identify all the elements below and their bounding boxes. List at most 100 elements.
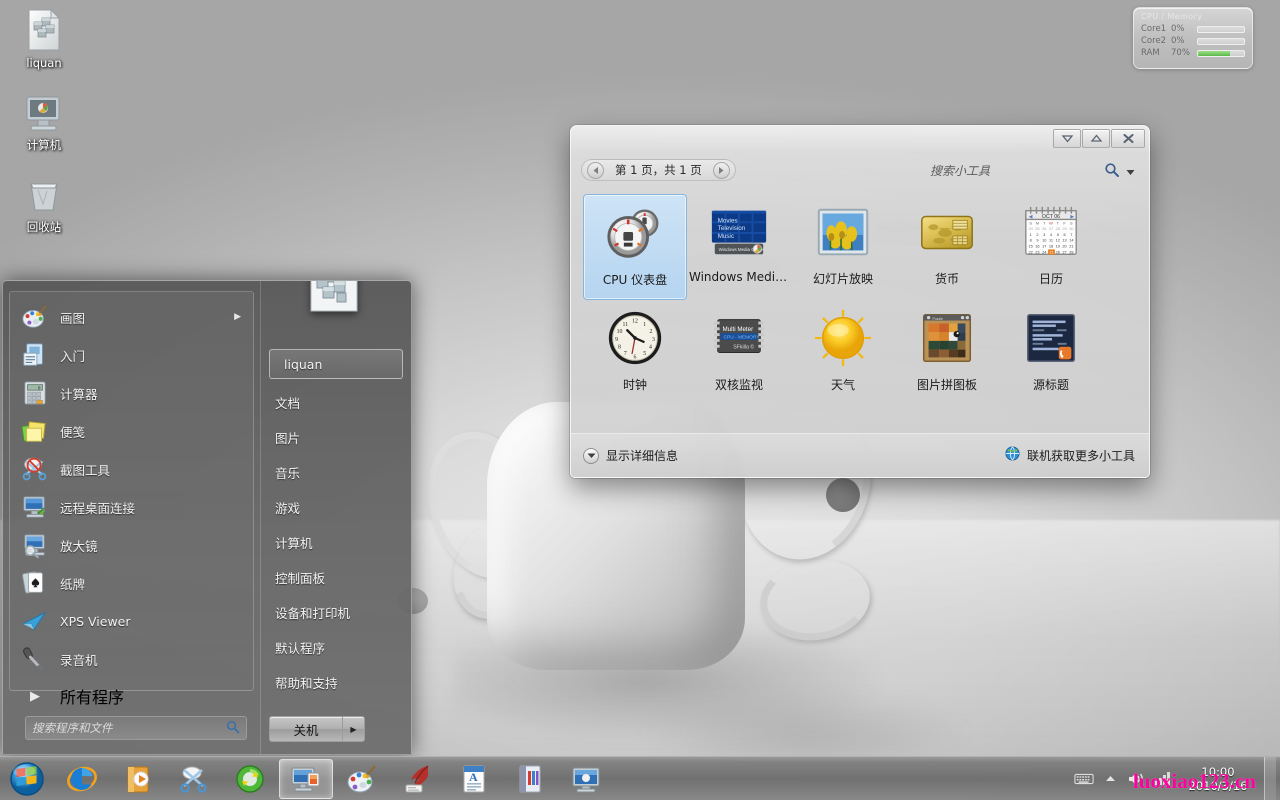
start-menu-right-item-control-panel[interactable]: 控制面板 — [261, 560, 411, 595]
shutdown-button[interactable]: 关机 ▶ — [269, 716, 365, 742]
close-button[interactable] — [1111, 129, 1145, 148]
start-menu-item-paint[interactable]: 画图 ▶ — [10, 298, 253, 336]
start-menu-right-item-music[interactable]: 音乐 — [261, 455, 411, 490]
svg-text:S: S — [1070, 220, 1073, 225]
gadget-item-calendar[interactable]: OCT 06 ◀ ▶ SMT WTFS 24 25 26 27 28 29 30 12345… — [999, 194, 1103, 300]
svg-text:5: 5 — [643, 351, 646, 357]
gadget-window-toolbar[interactable]: 第 1 页，共 1 页 搜索小工具 — [571, 152, 1149, 188]
start-menu-left-pane[interactable]: 画图 ▶ 入门 0 计算器 便笺 截图工具 远程桌面连接 放大镜 纸牌 XPS … — [3, 281, 261, 754]
get-more-gadgets-link[interactable]: 联机获取更多小工具 — [1005, 446, 1135, 465]
start-menu-item-label: 计算器 — [60, 386, 98, 402]
start-menu-search-box[interactable]: 搜索程序和文件 — [25, 716, 247, 740]
shutdown-options-arrow[interactable]: ▶ — [342, 717, 364, 741]
start-menu-item-sticky-notes[interactable]: 便笺 — [10, 412, 253, 450]
gadget-grid[interactable]: CPU 仪表盘 Movies Television Music Windows … — [571, 188, 1149, 424]
taskbar-button-internet-explorer[interactable] — [55, 759, 109, 799]
desktop-icon-label: 计算机 — [26, 138, 62, 152]
desktop[interactable]: liquan 计算机 回收站 CPU / Memory Core1 0% Cor… — [0, 0, 1280, 800]
start-menu-item-xps-viewer[interactable]: XPS Viewer — [10, 602, 253, 640]
start-menu-right-pane[interactable]: liquan 文档 图片 音乐 游戏 计算机 控制面板 设备和打印机 默认程序 … — [261, 281, 411, 754]
gadget-item-picture-puzzle[interactable]: Puzzle 图片拼图板 — [895, 300, 999, 406]
cpu-memory-gadget[interactable]: CPU / Memory Core1 0% Core2 0% RAM 70% — [1133, 7, 1253, 69]
user-avatar[interactable] — [303, 281, 365, 317]
gadget-window-titlebar[interactable] — [571, 126, 1149, 152]
chevron-up-icon[interactable] — [1097, 766, 1123, 792]
system-tray[interactable]: 10:00 2010/3/16 — [1071, 756, 1280, 800]
taskbar-button-book[interactable] — [503, 759, 557, 799]
svg-text:5: 5 — [1057, 232, 1059, 237]
start-menu-right-item-games[interactable]: 游戏 — [261, 490, 411, 525]
start-menu-all-programs[interactable]: ▶ 所有程序 — [10, 680, 253, 712]
gadget-item-feed-headlines[interactable]: 源标题 — [999, 300, 1103, 406]
svg-text:W: W — [1049, 220, 1053, 225]
start-menu-right-item-help-support[interactable]: 帮助和支持 — [261, 665, 411, 700]
taskbar-button-desktop-gadgets[interactable] — [279, 758, 333, 799]
svg-text:27: 27 — [1062, 249, 1066, 254]
window-controls[interactable] — [1053, 129, 1145, 148]
gadget-item-multi-meter[interactable]: Multi Meter CPU - MEMORY SFkilla © 双核监视 — [687, 300, 791, 406]
start-menu-item-sound-recorder[interactable]: 录音机 — [10, 640, 253, 678]
gadget-item-slideshow[interactable]: 幻灯片放映 — [791, 194, 895, 300]
volume-icon[interactable] — [1123, 766, 1149, 792]
keyboard-icon[interactable] — [1071, 766, 1097, 792]
start-menu-program-list[interactable]: 画图 ▶ 入门 0 计算器 便笺 截图工具 远程桌面连接 放大镜 纸牌 XPS … — [9, 291, 254, 707]
svg-text:25: 25 — [1035, 226, 1039, 231]
start-menu-item-calculator[interactable]: 0 计算器 — [10, 374, 253, 412]
start-orb[interactable] — [0, 758, 54, 800]
pagination-control[interactable]: 第 1 页，共 1 页 — [581, 159, 736, 181]
start-menu-item-solitaire[interactable]: 纸牌 — [10, 564, 253, 602]
taskbar-button-paint[interactable] — [335, 759, 389, 799]
taskbar-button-feather-ink[interactable] — [391, 759, 445, 799]
start-menu-item-magnifier[interactable]: 放大镜 — [10, 526, 253, 564]
start-menu-item-remote-desktop[interactable]: 远程桌面连接 — [10, 488, 253, 526]
taskbar[interactable]: A 10:00 2010/3/16 — [0, 756, 1280, 800]
minimize-button[interactable] — [1053, 129, 1081, 148]
chevron-down-icon[interactable] — [1126, 161, 1135, 180]
desktop-icon-liquan[interactable]: liquan — [2, 6, 86, 70]
desktop-icon-recycle-bin[interactable]: 回收站 — [2, 170, 86, 234]
gadget-item-weather[interactable]: 天气 — [791, 300, 895, 406]
taskbar-button-snipping-tool[interactable] — [167, 759, 221, 799]
taskbar-button-windows-media-player[interactable] — [111, 759, 165, 799]
gadget-item-currency[interactable]: 货币 — [895, 194, 999, 300]
multi-meter-icon: Multi Meter CPU - MEMORY SFkilla © — [707, 306, 771, 370]
svg-text:Music: Music — [718, 233, 734, 240]
taskbar-button-refresh[interactable] — [223, 759, 277, 799]
start-menu-right-item-computer[interactable]: 计算机 — [261, 525, 411, 560]
svg-text:13: 13 — [1062, 238, 1066, 243]
svg-text:9: 9 — [615, 337, 618, 343]
next-page-button[interactable] — [712, 161, 730, 179]
sticky-notes-icon — [20, 416, 50, 446]
desktop-icon-computer[interactable]: 计算机 — [2, 88, 86, 152]
sound-recorder-icon — [20, 644, 50, 674]
gadget-window-footer[interactable]: 显示详细信息 联机获取更多小工具 — [571, 433, 1149, 477]
start-menu-item-label: 便笺 — [60, 424, 86, 440]
gadget-item-cpu-meter[interactable]: CPU 仪表盘 — [583, 194, 687, 300]
gadget-item-clock[interactable]: 12 1 2 345 678 9 10 11 时钟 — [583, 300, 687, 406]
start-menu-right-item-documents[interactable]: 文档 — [261, 385, 411, 420]
start-menu-right-label: liquan — [284, 356, 323, 372]
show-details-button[interactable]: 显示详细信息 — [583, 447, 678, 464]
svg-text:26: 26 — [1056, 249, 1060, 254]
start-menu-right-item-pictures[interactable]: 图片 — [261, 420, 411, 455]
gadget-search[interactable]: 搜索小工具 — [930, 160, 1135, 180]
start-menu[interactable]: 画图 ▶ 入门 0 计算器 便笺 截图工具 远程桌面连接 放大镜 纸牌 XPS … — [2, 280, 412, 755]
svg-text:9: 9 — [1036, 238, 1038, 243]
search-icon[interactable] — [1102, 160, 1122, 180]
start-menu-item-snipping-tool[interactable]: 截图工具 — [10, 450, 253, 488]
taskbar-button-computer-window[interactable] — [559, 759, 613, 799]
start-menu-right-item-default-programs[interactable]: 默认程序 — [261, 630, 411, 665]
network-icon[interactable] — [1149, 766, 1175, 792]
gadget-item-windows-media-center[interactable]: Movies Television Music Windows Media Ce… — [687, 194, 791, 300]
restore-button[interactable] — [1082, 129, 1110, 148]
search-icon[interactable] — [226, 719, 240, 738]
clock[interactable]: 10:00 2010/3/16 — [1175, 765, 1261, 793]
gadget-gallery-window[interactable]: 第 1 页，共 1 页 搜索小工具 CPU 仪表盘 Movies Televis… — [570, 125, 1150, 478]
start-menu-right-item-user[interactable]: liquan — [269, 349, 403, 379]
start-menu-item-getting-started[interactable]: 入门 — [10, 336, 253, 374]
show-desktop-button[interactable] — [1264, 756, 1276, 800]
start-menu-right-item-devices-printers[interactable]: 设备和打印机 — [261, 595, 411, 630]
previous-page-button[interactable] — [587, 161, 604, 179]
svg-text:SFkilla ©: SFkilla © — [733, 344, 754, 351]
taskbar-button-wordpad[interactable]: A — [447, 759, 501, 799]
